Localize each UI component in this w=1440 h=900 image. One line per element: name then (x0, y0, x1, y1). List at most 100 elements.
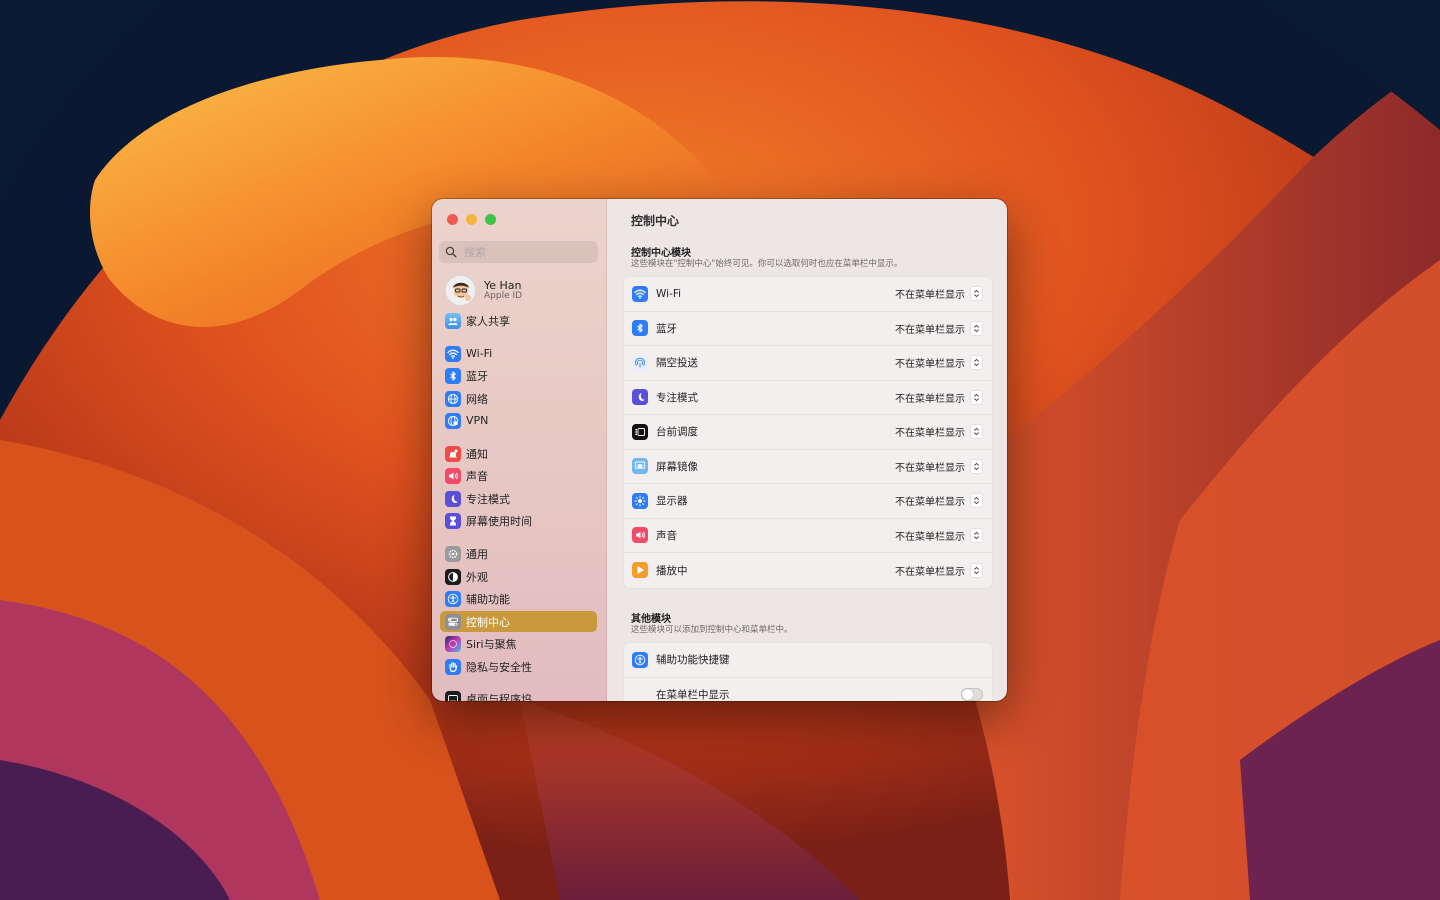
sound-icon (445, 467, 461, 484)
menu-bar-visibility-select[interactable]: 不在菜单栏显示 (895, 389, 983, 405)
sidebar-item-label: 隐私与安全性 (466, 660, 532, 674)
menu-bar-visibility-select[interactable]: 不在菜单栏显示 (895, 320, 983, 336)
select-value: 不在菜单栏显示 (895, 566, 965, 578)
sidebar-item-desktop-dock[interactable]: 桌面与程序坞 (440, 688, 597, 701)
accessibility-icon (632, 651, 648, 668)
general-icon (445, 545, 461, 562)
module-label: Wi-Fi (656, 287, 682, 300)
updown-chevron-icon (970, 493, 983, 509)
module-label: 专注模式 (656, 391, 698, 404)
control-center-pane: 控制中心 控制中心模块 这些模块在"控制中心"始终可见。你可以选取何时也应在菜单… (607, 199, 1007, 701)
now-playing-icon (632, 562, 648, 579)
bluetooth-icon (632, 320, 648, 337)
sidebar-item-label: 通用 (466, 547, 488, 561)
sidebar-item-bluetooth[interactable]: 蓝牙 (440, 365, 597, 386)
menu-bar-visibility-select[interactable]: 不在菜单栏显示 (895, 527, 983, 543)
sidebar-item-label: 专注模式 (466, 492, 510, 506)
sound-icon (632, 527, 648, 544)
sidebar-item-label: 控制中心 (466, 615, 510, 629)
airdrop-icon (632, 354, 648, 371)
select-value: 不在菜单栏显示 (895, 359, 965, 371)
sidebar-item-label: 声音 (466, 469, 488, 483)
module-label: 蓝牙 (656, 322, 677, 335)
sidebar-item-label: 辅助功能 (466, 592, 510, 606)
sidebar-item-accessibility[interactable]: 辅助功能 (440, 588, 597, 609)
option-label: 在菜单栏中显示 (656, 689, 730, 701)
focus-icon (632, 389, 648, 406)
sidebar: Ye Han Apple ID 家人共享 Wi-Fi 蓝牙 (432, 199, 607, 701)
module-row-accessibility-shortcuts: 辅助功能快捷键 (624, 643, 992, 678)
menu-bar-visibility-select[interactable]: 不在菜单栏显示 (895, 493, 983, 509)
module-row-wifi: Wi-Fi 不在菜单栏显示 (624, 277, 992, 312)
sidebar-item-general[interactable]: 通用 (440, 543, 597, 564)
minimize-button[interactable] (466, 214, 477, 225)
wifi-icon (445, 345, 461, 362)
show-in-menu-bar-toggle[interactable] (961, 688, 983, 701)
updown-chevron-icon (970, 527, 983, 543)
window-controls (447, 214, 496, 225)
updown-chevron-icon (970, 320, 983, 336)
close-button[interactable] (447, 214, 458, 225)
sidebar-item-sound[interactable]: 声音 (440, 465, 597, 486)
sidebar-item-privacy-security[interactable]: 隐私与安全性 (440, 656, 597, 677)
appearance-icon (445, 568, 461, 585)
sidebar-item-label: 蓝牙 (466, 369, 488, 383)
control-center-icon (445, 613, 461, 630)
module-row-airdrop: 隔空投送 不在菜单栏显示 (624, 346, 992, 381)
menu-bar-visibility-select[interactable]: 不在菜单栏显示 (895, 458, 983, 474)
desktop-dock-icon (445, 690, 461, 701)
updown-chevron-icon (970, 458, 983, 474)
sidebar-item-network[interactable]: 网络 (440, 388, 597, 409)
sidebar-item-appearance[interactable]: 外观 (440, 566, 597, 587)
sidebar-item-vpn[interactable]: VPN (440, 410, 597, 431)
sidebar-item-label: VPN (466, 414, 489, 427)
account-subtitle: Apple ID (484, 290, 523, 301)
sidebar-item-siri-spotlight[interactable]: Siri与聚焦 (440, 633, 597, 654)
search-field[interactable] (439, 241, 598, 263)
apple-id-account[interactable]: Ye Han Apple ID (445, 275, 522, 306)
sidebar-item-focus[interactable]: 专注模式 (440, 488, 597, 509)
module-label: 台前调度 (656, 426, 698, 439)
sidebar-item-screen-time[interactable]: 屏幕使用时间 (440, 510, 597, 531)
select-value: 不在菜单栏显示 (895, 531, 965, 543)
updown-chevron-icon (970, 562, 983, 578)
account-name: Ye Han (484, 278, 522, 292)
menu-bar-visibility-select[interactable]: 不在菜单栏显示 (895, 562, 983, 578)
privacy-icon (445, 658, 461, 675)
sidebar-item-control-center[interactable]: 控制中心 (440, 611, 597, 632)
search-icon (445, 246, 457, 258)
page-title: 控制中心 (631, 214, 680, 228)
module-row-sound: 声音 不在菜单栏显示 (624, 519, 992, 553)
module-row-focus: 专注模式 不在菜单栏显示 (624, 381, 992, 415)
select-value: 不在菜单栏显示 (895, 393, 965, 405)
module-label: 屏幕镜像 (656, 460, 698, 473)
option-row-show-in-menu-bar: 在菜单栏中显示 (624, 678, 992, 701)
accessibility-icon (445, 590, 461, 607)
other-modules-section-subtitle: 这些模块可以添加到控制中心和菜单栏中。 (631, 625, 793, 635)
select-value: 不在菜单栏显示 (895, 497, 965, 509)
module-label: 隔空投送 (656, 357, 698, 370)
module-row-stage-manager: 台前调度 不在菜单栏显示 (624, 415, 992, 450)
module-label: 显示器 (656, 495, 688, 508)
module-row-bluetooth: 蓝牙 不在菜单栏显示 (624, 312, 992, 346)
sidebar-item-label: 桌面与程序坞 (466, 692, 532, 702)
menu-bar-visibility-select[interactable]: 不在菜单栏显示 (895, 355, 983, 371)
search-input[interactable] (462, 244, 586, 260)
module-label: 辅助功能快捷键 (656, 654, 730, 667)
select-value: 不在菜单栏显示 (895, 462, 965, 474)
focus-icon (445, 490, 461, 507)
system-settings-window: Ye Han Apple ID 家人共享 Wi-Fi 蓝牙 (432, 199, 1007, 701)
sidebar-item-label: 外观 (466, 570, 488, 584)
control-center-modules-list: Wi-Fi 不在菜单栏显示 蓝牙 不在菜单栏显示 隔空投送 不在菜单栏显示 专注… (623, 276, 993, 589)
sidebar-item-family-sharing[interactable]: 家人共享 (440, 310, 597, 331)
menu-bar-visibility-select[interactable]: 不在菜单栏显示 (895, 424, 983, 440)
sidebar-item-label: 屏幕使用时间 (466, 514, 532, 528)
sidebar-item-wifi[interactable]: Wi-Fi (440, 343, 597, 364)
modules-section-subtitle: 这些模块在"控制中心"始终可见。你可以选取何时也应在菜单栏中显示。 (631, 259, 903, 269)
zoom-button[interactable] (485, 214, 496, 225)
module-row-now-playing: 播放中 不在菜单栏显示 (624, 553, 992, 588)
menu-bar-visibility-select[interactable]: 不在菜单栏显示 (895, 286, 983, 302)
sidebar-item-notifications[interactable]: 通知 (440, 443, 597, 464)
stage-manager-icon (632, 423, 648, 440)
updown-chevron-icon (970, 355, 983, 371)
